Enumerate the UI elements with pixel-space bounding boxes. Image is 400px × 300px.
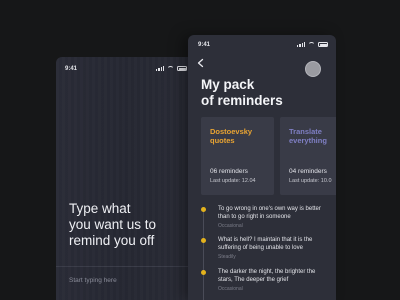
reminder-timeline: To go wrong in one's own way is better t… [201,205,329,300]
right-phone-screen: 9:41 My pack of reminders Dostoevsky quo… [188,35,336,300]
status-icons [297,42,328,47]
wifi-icon [308,42,315,47]
status-bar: 9:41 [56,57,195,79]
reminder-text: What is hell? I maintain that it is the … [218,237,313,251]
pack-card-dostoevsky[interactable]: Dostoevsky quotes 06 reminders Last upda… [201,117,274,195]
battery-icon [318,42,328,47]
pack-card-last-update: Last update: 10.0 [289,178,332,184]
page-title: My pack of reminders [201,77,283,108]
battery-icon [177,66,187,71]
reminder-text-input[interactable] [69,273,189,287]
prompt-heading: Type what you want us to remind you off [69,201,157,248]
status-time: 9:41 [65,66,78,72]
wifi-icon [167,66,174,71]
input-divider [56,266,195,267]
back-button[interactable] [195,57,207,69]
signal-icon [297,42,305,47]
status-bar: 9:41 [188,35,336,57]
back-arrow-icon [197,58,204,68]
avatar[interactable] [305,61,321,77]
reminder-text: The darker the night, the brighter the s… [218,269,316,283]
reminder-frequency: Occasional [218,286,243,292]
reminder-frequency: Steadily [218,254,236,260]
signal-icon [156,66,164,71]
reminder-pack-cards: Dostoevsky quotes 06 reminders Last upda… [201,117,336,195]
reminder-text: To go wrong in one's own way is better t… [218,206,321,220]
pack-card-count: 04 reminders [289,168,327,175]
timeline-dot [201,238,206,243]
status-time: 9:41 [198,42,211,48]
pack-card-title: Dostoevsky quotes [210,127,253,145]
left-phone-screen: 9:41 Type what you want us to remind you… [56,57,195,300]
timeline-line [203,209,204,300]
timeline-dot [201,270,206,275]
pack-card-last-update: Last update: 12.04 [210,178,256,184]
stage: 9:41 Type what you want us to remind you… [0,0,400,300]
status-icons [156,66,187,71]
timeline-dot [201,207,206,212]
pack-card-translate[interactable]: Translate everything 04 reminders Last u… [280,117,336,195]
pack-card-count: 06 reminders [210,168,248,175]
reminder-frequency: Occasional [218,223,243,229]
pack-card-title: Translate everything [289,127,327,145]
